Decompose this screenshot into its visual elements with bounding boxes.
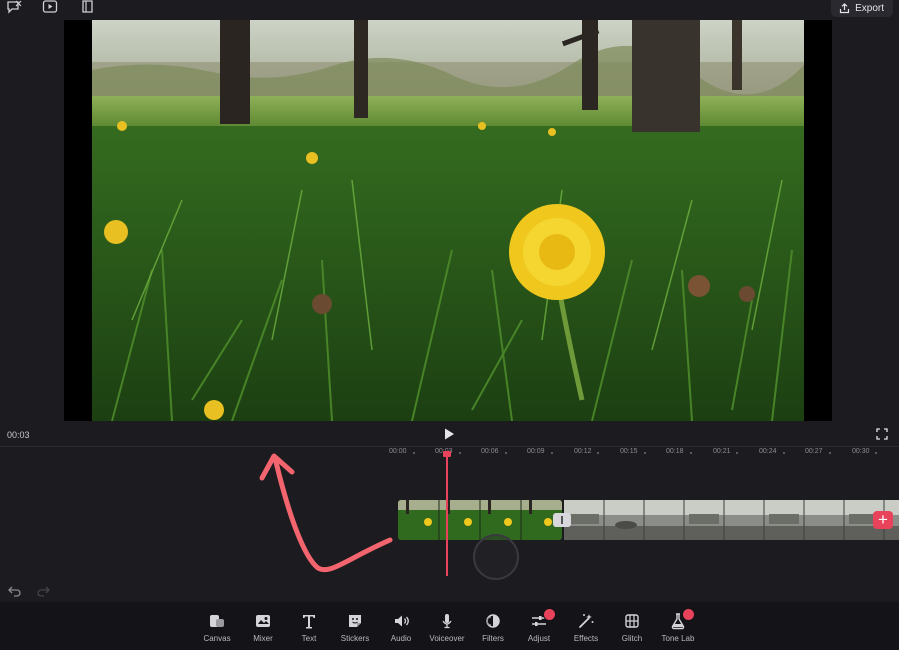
- ruler-tick: 00:06: [481, 448, 499, 455]
- book-icon[interactable]: [80, 0, 96, 14]
- filter-icon: [486, 614, 500, 628]
- tool-mixer[interactable]: Mixer: [238, 612, 288, 650]
- ruler-dot: [413, 452, 415, 454]
- redo-icon[interactable]: [36, 585, 50, 597]
- ruler-tick: 00:00: [389, 448, 407, 455]
- tool-glitch[interactable]: Glitch: [607, 612, 657, 650]
- tool-label: Canvas: [203, 634, 231, 643]
- play-window-icon[interactable]: [42, 0, 58, 14]
- fullscreen-icon[interactable]: [876, 428, 888, 440]
- ruler-dot: [644, 452, 646, 454]
- playhead[interactable]: [446, 455, 448, 576]
- tool-label: Mixer: [253, 634, 273, 643]
- grip-icon: [561, 516, 563, 524]
- tool-label: Filters: [482, 634, 504, 643]
- tool-filters[interactable]: Filters: [468, 612, 518, 650]
- ruler-dot: [551, 452, 553, 454]
- top-bar: Export: [0, 0, 899, 18]
- undo-icon[interactable]: [8, 585, 22, 597]
- ruler-dot: [829, 452, 831, 454]
- time-ruler[interactable]: 00:00 00:03 00:06 00:09 00:12 00:15 00:1…: [387, 447, 899, 459]
- glitch-icon: [625, 614, 639, 628]
- mixer-icon: [256, 615, 270, 627]
- video-preview-image: [92, 20, 804, 421]
- preview-area: [0, 18, 899, 422]
- transition-handle[interactable]: [553, 513, 571, 527]
- tool-voiceover[interactable]: Voiceover: [422, 612, 472, 650]
- chat-cross-icon[interactable]: [6, 0, 22, 14]
- ruler-tick: 00:15: [620, 448, 638, 455]
- video-clip-street[interactable]: [564, 500, 899, 540]
- canvas-icon: [210, 615, 224, 627]
- tool-text[interactable]: Text: [284, 612, 334, 650]
- current-time: 00:03: [7, 430, 30, 440]
- bottom-toolbar: Canvas Mixer Text Stickers Audio Voiceov…: [0, 602, 899, 650]
- ruler-tick: 00:27: [805, 448, 823, 455]
- tool-tone-lab[interactable]: Tone Lab: [653, 608, 703, 650]
- player-controls: 00:03: [0, 422, 899, 446]
- ruler-dot: [736, 452, 738, 454]
- ruler-dot: [783, 452, 785, 454]
- ruler-dot: [459, 452, 461, 454]
- ruler-dot: [505, 452, 507, 454]
- ruler-tick: 00:09: [527, 448, 545, 455]
- tool-label: Stickers: [340, 634, 370, 643]
- tool-label: Voiceover: [429, 634, 465, 643]
- ruler-tick: 00:24: [759, 448, 777, 455]
- badge: [682, 608, 695, 621]
- tool-audio[interactable]: Audio: [376, 612, 426, 650]
- badge: [543, 608, 556, 621]
- video-canvas[interactable]: [64, 20, 832, 421]
- ruler-tick: 00:21: [713, 448, 731, 455]
- text-icon: [303, 615, 315, 629]
- ruler-dot: [690, 452, 692, 454]
- tool-label: Glitch: [621, 634, 643, 643]
- tool-label: Tone Lab: [661, 634, 695, 643]
- video-clip-dandelion[interactable]: [398, 500, 562, 540]
- tool-label: Adjust: [527, 634, 551, 643]
- sticker-icon: [349, 615, 361, 627]
- tool-label: Audio: [390, 634, 412, 643]
- ruler-tick: 00:18: [666, 448, 684, 455]
- magic-wand-icon: [579, 614, 594, 628]
- microphone-icon: [442, 614, 452, 629]
- ruler-tick: 00:30: [852, 448, 870, 455]
- zoom-knob[interactable]: [473, 534, 519, 580]
- export-label: Export: [855, 3, 884, 14]
- tool-stickers[interactable]: Stickers: [330, 612, 380, 650]
- ruler-dot: [875, 452, 877, 454]
- ruler-dot: [597, 452, 599, 454]
- play-icon[interactable]: [442, 427, 456, 441]
- tool-label: Text: [301, 634, 317, 643]
- tool-label: Effects: [573, 634, 599, 643]
- export-button[interactable]: Export: [831, 0, 893, 17]
- tool-adjust[interactable]: Adjust: [514, 608, 564, 650]
- add-clip-button[interactable]: +: [873, 511, 893, 529]
- timeline[interactable]: 00:00 00:03 00:06 00:09 00:12 00:15 00:1…: [0, 447, 899, 602]
- tool-effects[interactable]: Effects: [561, 612, 611, 650]
- speaker-icon: [395, 615, 409, 627]
- share-icon: [839, 3, 850, 14]
- ruler-tick: 00:12: [574, 448, 592, 455]
- tool-canvas[interactable]: Canvas: [192, 612, 242, 650]
